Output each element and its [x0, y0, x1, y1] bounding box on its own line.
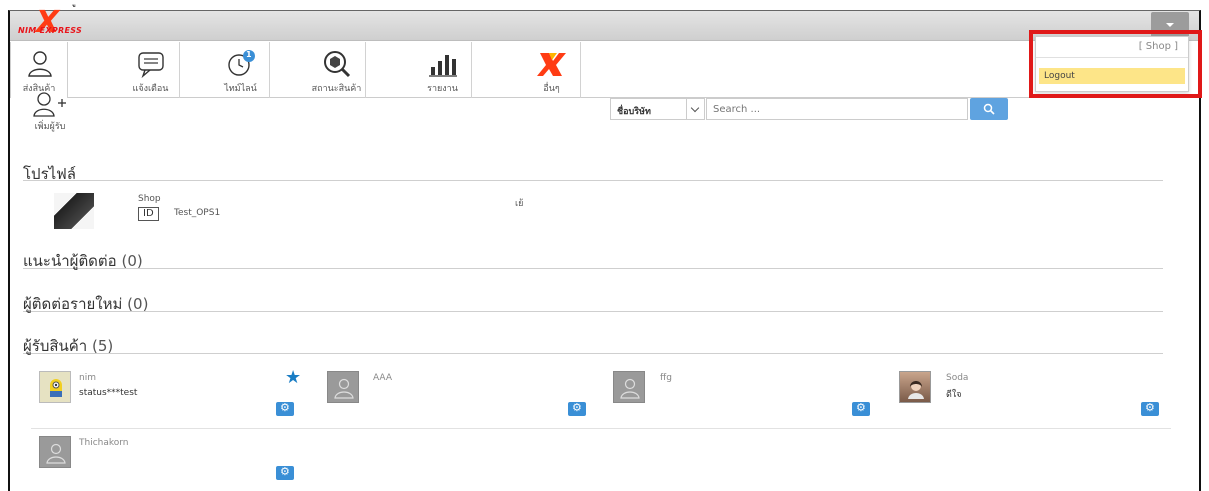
tool-report-label: รายงาน	[427, 84, 458, 94]
profile-avatar	[54, 193, 94, 229]
id-badge: ID	[138, 207, 159, 221]
bar-chart-icon	[429, 55, 457, 77]
section-profile-title: โปรไฟล์	[23, 165, 76, 183]
search-icon	[983, 103, 995, 115]
receiver-name: Thichakorn	[79, 438, 129, 448]
profile-extra-text: เย้	[515, 199, 524, 209]
receiver-avatar[interactable]	[39, 436, 71, 468]
tool-other-label: อื่นๆ	[543, 84, 560, 94]
search-input[interactable]	[706, 98, 968, 120]
minion-icon	[50, 379, 62, 397]
timeline-badge: 1	[246, 50, 252, 59]
receiver-name: nim	[79, 373, 96, 383]
header-bar: X NIM EXPRESS	[10, 5, 1199, 41]
section-suggested-count: (0)	[121, 252, 143, 270]
section-new-contacts-title: ผู้ติดต่อรายใหม่	[23, 295, 123, 313]
section-new-contacts: ผู้ติดต่อรายใหม่ (0)	[23, 292, 1163, 313]
tool-timeline[interactable]: 1 ไทม์ไลน์	[212, 42, 270, 98]
screen: ู X NIM EXPRESS ส่งสินค้า	[0, 0, 1209, 491]
company-filter-select[interactable]: ชื่อบริษัท	[610, 98, 705, 120]
section-new-contacts-count: (0)	[127, 295, 149, 313]
search-button[interactable]	[970, 98, 1008, 120]
company-filter-label: ชื่อบริษัท	[617, 107, 651, 117]
receiver-avatar[interactable]	[39, 371, 71, 403]
nim-logo-icon	[537, 53, 566, 76]
receiver-settings-button[interactable]	[852, 401, 870, 416]
chat-icon	[138, 52, 164, 79]
logo-text: NIM EXPRESS	[18, 26, 83, 35]
receiver-status: status***test	[79, 388, 138, 398]
receiver-avatar[interactable]	[899, 371, 931, 403]
add-receiver-label: เพิ่มผู้รับ	[34, 122, 66, 132]
tool-report[interactable]: รายงาน	[414, 42, 472, 98]
chevron-down-icon	[686, 99, 704, 119]
person-icon	[28, 51, 52, 77]
default-avatar-icon	[334, 378, 354, 399]
tool-send[interactable]: ส่งสินค้า	[10, 42, 68, 98]
tool-other[interactable]: อื่นๆ	[523, 42, 581, 98]
default-avatar-icon	[620, 378, 640, 399]
star-icon[interactable]: ★	[285, 369, 301, 387]
section-suggested: แนะนำผู้ติดต่อ (0)	[23, 249, 1163, 270]
section-suggested-title: แนะนำผู้ติดต่อ	[23, 252, 117, 270]
section-receivers: ผู้รับสินค้า (5)	[23, 334, 1163, 355]
profile-name: Shop	[138, 194, 161, 204]
top-strip: ู	[0, 0, 1209, 10]
nim-express-logo[interactable]: X NIM EXPRESS	[16, 5, 126, 40]
highlight-box	[1029, 30, 1202, 98]
receiver-settings-button[interactable]	[276, 465, 294, 480]
box-search-icon	[324, 51, 351, 78]
default-avatar-icon	[46, 443, 66, 464]
tool-notify[interactable]: แจ้งเตือน	[122, 42, 180, 98]
receiver-name: AAA	[373, 373, 392, 383]
section-profile: โปรไฟล์	[23, 162, 1163, 183]
tool-timeline-label: ไทม์ไลน์	[224, 84, 257, 94]
tool-status-label: สถานะสินค้า	[311, 84, 362, 94]
add-receiver-button[interactable]: เพิ่มผู้รับ	[24, 91, 76, 133]
receiver-name: ffg	[660, 373, 672, 383]
receiver-settings-button[interactable]	[568, 401, 586, 416]
tool-notify-label: แจ้งเตือน	[132, 84, 169, 94]
receiver-name: Soda	[946, 373, 969, 383]
add-person-icon	[33, 92, 66, 117]
row-divider	[31, 428, 1171, 429]
section-receivers-count: (5)	[92, 337, 114, 355]
tool-status[interactable]: สถานะสินค้า	[308, 42, 366, 98]
receiver-avatar[interactable]	[613, 371, 645, 403]
receiver-settings-button[interactable]	[1141, 401, 1159, 416]
section-receivers-title: ผู้รับสินค้า	[23, 337, 88, 355]
receiver-settings-button[interactable]	[276, 401, 294, 416]
receiver-avatar[interactable]	[327, 371, 359, 403]
main-toolbar: ส่งสินค้า แจ้งเตือน 1 ไทม์ไลน์ สถานะสินค…	[10, 42, 1199, 98]
profile-id: Test_OPS1	[174, 208, 221, 218]
photo-avatar-icon	[908, 381, 924, 399]
receiver-status: ดีใจ	[946, 390, 962, 400]
